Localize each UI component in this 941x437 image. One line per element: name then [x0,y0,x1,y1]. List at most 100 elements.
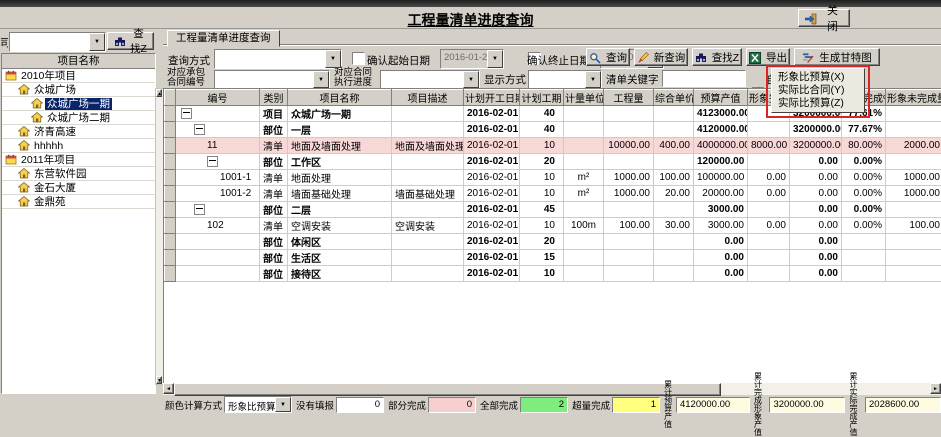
column-header-综合单价[interactable]: 综合单价 [654,90,694,106]
cell-dur: 10 [520,170,564,186]
table-row[interactable]: 部位体闲区2016-02-01200.000.00 [165,234,941,250]
column-header-形象未完成量[interactable]: 形象未完成量 [886,90,941,106]
query-mode-combobox[interactable]: ▼ [214,49,342,69]
table-row[interactable]: 部位一层2016-02-01404120000.003200000.0077.6… [165,122,941,138]
confirm-end-label: 确认终止日期 [527,53,590,68]
tree-item-东营软件园[interactable]: 东营软件园 [2,167,155,181]
confirm-start-checkbox[interactable] [352,52,365,65]
excel-icon [749,52,761,63]
collapse-box-icon[interactable] [207,156,218,167]
cell-dur: 10 [520,138,564,154]
column-header-项目名称[interactable]: 项目名称 [288,90,392,106]
contract-no-combobox[interactable]: ▼ [214,70,330,89]
table-row[interactable]: 部位二层2016-02-01453000.000.000.00% [165,202,941,218]
row-gutter-cell [165,122,176,138]
table-row[interactable]: 11清单地面及墙面处理地面及墙面处理2016-02-011010000.0040… [165,138,941,154]
row-number: 102 [207,220,224,231]
collapse-box-icon[interactable] [181,108,192,119]
cell-price: 30.00 [654,218,694,234]
cell-done_qty [748,122,790,138]
column-header-类别[interactable]: 类别 [260,90,288,106]
tree-item-众城广场[interactable]: 众城广场 [2,83,155,97]
cell-remain: 1000.00 [886,186,941,202]
legend-value-box: 1 [612,397,660,413]
chevron-down-icon[interactable]: ▼ [585,71,601,88]
cell-remain [886,234,941,250]
color-mode-combobox[interactable]: 形象比预算 ▼ [224,396,292,413]
tree-item-金石大厦[interactable]: 金石大厦 [2,181,155,195]
menu-item-实际比预算(Z)[interactable]: 实际比预算(Z) [773,97,863,110]
export-button[interactable]: 导出 [746,48,790,66]
column-header-编号[interactable]: 编号 [176,90,260,106]
keyword-input[interactable] [662,70,746,87]
tree-item-label: 2011年项目 [19,154,77,166]
tree-item-2010年项目[interactable]: 2010年项目 [2,69,155,83]
tree-item-2011年项目[interactable]: 2011年项目 [2,153,155,167]
collapse-box-icon[interactable] [194,124,205,135]
tree-item-济青高速[interactable]: 济青高速 [2,125,155,139]
column-header-项目描述[interactable]: 项目描述 [392,90,464,106]
menu-item-形象比预算(X)[interactable]: 形象比预算(X) [773,71,863,84]
tree-item-众城广场一期[interactable]: 众城广场一期 [2,97,155,111]
cell-no [176,154,260,170]
column-header-工程量[interactable]: 工程量 [604,90,654,106]
tree-item-label: 金石大厦 [32,182,78,194]
display-mode-combobox[interactable]: ▼ [528,70,602,89]
toolbar-button-label: 生成甘特图 [819,50,872,65]
cell-price [654,154,694,170]
collapse-box-icon[interactable] [194,204,205,215]
legend-label-没有填报: 没有填报 [296,398,334,412]
sidebar-search-combobox[interactable]: ▼ [9,32,106,52]
cell-start: 2016-02-01 [464,234,520,250]
chevron-down-icon[interactable]: ▼ [89,33,105,51]
query-button[interactable]: 查询 [586,48,630,66]
table-row[interactable]: 1001-1清单地面处理2016-02-0110m²1000.00100.001… [165,170,941,186]
legend-value-box: 0 [428,397,476,413]
cell-cat: 项目 [260,106,288,122]
scrollbar-thumb[interactable] [174,383,721,396]
tree-item-hhhhh[interactable]: hhhhh [2,139,155,153]
cell-price [654,234,694,250]
row-indent [179,204,256,215]
close-button[interactable]: 关闭 [798,9,850,27]
column-header-计量单位[interactable]: 计量单位 [564,90,604,106]
cell-unit [564,250,604,266]
scroll-left-arrow[interactable]: ◄ [163,383,174,394]
table-row[interactable]: 部位接待区2016-02-01100.000.00 [165,266,941,282]
chevron-down-icon[interactable]: ▼ [325,50,341,68]
scroll-up-arrow[interactable]: ▲ [156,89,162,97]
table-row[interactable]: 部位生活区2016-02-01150.000.00 [165,250,941,266]
scroll-down-arrow[interactable]: ▼ [156,376,162,384]
column-header-计划开工日期[interactable]: 计划开工日期 [464,90,520,106]
cell-budget: 3000.00 [694,202,748,218]
tree-header: 项目名称 [2,54,155,69]
new-query-button[interactable]: 新查询 [634,48,688,66]
chevron-down-icon[interactable]: ▼ [313,71,329,88]
gantt-button[interactable]: 生成甘特图 [794,48,880,66]
find-button[interactable]: 查找Z [692,48,742,66]
tree-item-众城广场二期[interactable]: 众城广场二期 [2,111,155,125]
cell-remain [886,202,941,218]
cell-budget: 0.00 [694,250,748,266]
row-gutter-cell [165,154,176,170]
table-row[interactable]: 102清单空调安装空调安装2016-02-0110100m100.0030.00… [165,218,941,234]
display-mode-label: 显示方式 [484,72,526,87]
cell-no [176,202,260,218]
menu-item-实际比合同(Y)[interactable]: 实际比合同(Y) [773,84,863,97]
chevron-down-icon[interactable]: ▼ [463,71,479,88]
chevron-down-icon[interactable]: ▼ [275,397,291,412]
cell-pct: 0.00% [842,186,886,202]
contract-progress-combobox[interactable]: ▼ [380,70,480,89]
cell-unit [564,122,604,138]
cell-desc [392,170,464,186]
tab-progress-query[interactable]: 工程量清单进度查询 [167,30,280,47]
column-header-计划工期[interactable]: 计划工期 [520,90,564,106]
tree-item-金鼎苑[interactable]: 金鼎苑 [2,195,155,209]
cell-dur: 20 [520,234,564,250]
sidebar-find-button[interactable]: 查找Z [107,32,154,50]
column-header-预算产值[interactable]: 预算产值 [694,90,748,106]
cell-no: 1001-1 [176,170,260,186]
table-row[interactable]: 1001-2清单墙面基础处理墙面基础处理2016-02-0110m²1000.0… [165,186,941,202]
table-row[interactable]: 部位工作区2016-02-0120120000.000.000.00% [165,154,941,170]
cell-unit [564,154,604,170]
